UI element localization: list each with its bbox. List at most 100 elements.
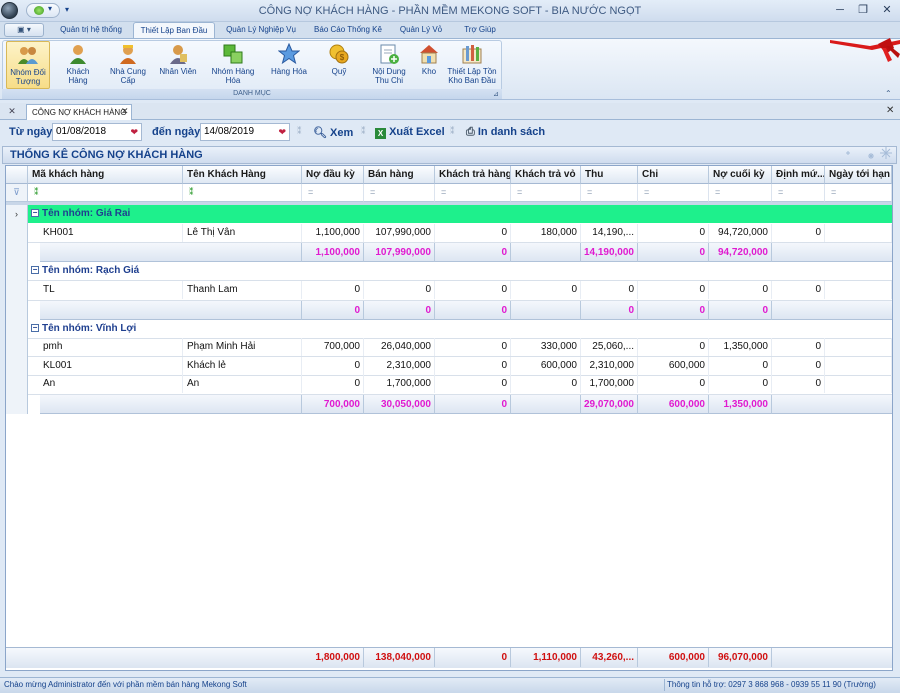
collapse-ribbon-icon[interactable]: ⌃: [885, 89, 892, 98]
close-button[interactable]: ✕: [879, 3, 895, 18]
cell-khach-tra-vo[interactable]: 330,000: [511, 338, 581, 356]
group-launcher-icon[interactable]: ⊿: [493, 90, 499, 98]
ribbon-button-noi-dung-thu-chi[interactable]: Nội Dung Thu Chi: [365, 41, 413, 89]
calendar-dropdown-icon[interactable]: ❤: [130, 124, 138, 140]
filter-cell[interactable]: =: [435, 184, 511, 202]
export-excel-button[interactable]: X Xuất Excel: [375, 126, 445, 139]
column-header-no-dau-ky[interactable]: Nợ đầu kỳ: [302, 166, 364, 184]
cell-ma-kh[interactable]: TL: [40, 281, 183, 299]
cell-ten-kh[interactable]: An: [183, 375, 302, 393]
cell-thu[interactable]: 0: [581, 281, 638, 299]
ribbon-button-nha-cung-cap[interactable]: Nhà Cung Cấp: [104, 41, 152, 89]
cell-chi[interactable]: 0: [638, 281, 709, 299]
cell-dinh-muc[interactable]: 0: [772, 375, 825, 393]
filter-cell[interactable]: ⁑: [183, 184, 302, 202]
ribbon-button-khach-hang[interactable]: Khách Hàng: [56, 41, 100, 89]
cell-no-cuoi-ky[interactable]: 0: [709, 281, 772, 299]
column-header-dinh-muc[interactable]: Định mứ...: [772, 166, 825, 184]
filter-cell[interactable]: =: [511, 184, 581, 202]
column-header-no-cuoi-ky[interactable]: Nợ cuối kỳ: [709, 166, 772, 184]
cell-ban-hang[interactable]: 1,700,000: [364, 375, 435, 393]
ribbon-button-nhan-vien[interactable]: Nhân Viên: [155, 41, 201, 89]
cell-khach-tra-hang[interactable]: 0: [435, 357, 511, 375]
group-row[interactable]: − Tên nhóm: Giá Rai: [28, 205, 892, 223]
column-header-ban-hang[interactable]: Bán hàng: [364, 166, 435, 184]
cell-khach-tra-hang[interactable]: 0: [435, 375, 511, 393]
cell-no-cuoi-ky[interactable]: 0: [709, 357, 772, 375]
column-header-khach-tra-vo[interactable]: Khách trả vỏ: [511, 166, 581, 184]
minimize-button[interactable]: ─: [832, 3, 848, 18]
close-document-icon[interactable]: ✕: [886, 105, 894, 116]
cell-thu[interactable]: 14,190,...: [581, 224, 638, 242]
filter-cell[interactable]: =: [581, 184, 638, 202]
filter-cell[interactable]: ⁑: [28, 184, 183, 202]
cell-khach-tra-hang[interactable]: 0: [435, 338, 511, 356]
column-header-ten-khach-hang[interactable]: Tên Khách Hàng: [183, 166, 302, 184]
filter-cell[interactable]: =: [302, 184, 364, 202]
cell-ban-hang[interactable]: 2,310,000: [364, 357, 435, 375]
cell-ban-hang[interactable]: 107,990,000: [364, 224, 435, 242]
collapse-group-icon[interactable]: −: [31, 324, 39, 332]
cell-no-dau-ky[interactable]: 700,000: [302, 338, 364, 356]
calendar-dropdown-icon[interactable]: ❤: [278, 124, 286, 140]
cell-khach-tra-vo[interactable]: 0: [511, 281, 581, 299]
ribbon-button-quy[interactable]: $ Quỹ: [318, 41, 360, 89]
cell-no-dau-ky[interactable]: 0: [302, 357, 364, 375]
tab-tro-giup[interactable]: Trợ Giúp: [454, 22, 506, 39]
close-tab-icon[interactable]: ✕: [121, 106, 129, 117]
column-header-ma-khach-hang[interactable]: Mã khách hàng: [28, 166, 183, 184]
print-list-button[interactable]: ⎙ In danh sách: [466, 126, 545, 139]
cell-khach-tra-hang[interactable]: 0: [435, 224, 511, 242]
cell-no-dau-ky[interactable]: 1,100,000: [302, 224, 364, 242]
ribbon-button-kho[interactable]: Kho: [416, 41, 442, 89]
cell-no-dau-ky[interactable]: 0: [302, 375, 364, 393]
cell-ban-hang[interactable]: 0: [364, 281, 435, 299]
column-header-ngay-toi-han[interactable]: Ngày tới hạn: [825, 166, 892, 184]
close-all-tabs-icon[interactable]: ✕: [4, 104, 20, 118]
cell-khach-tra-vo[interactable]: 180,000: [511, 224, 581, 242]
cell-ngay-toi-han[interactable]: [825, 224, 892, 242]
cell-ngay-toi-han[interactable]: [825, 357, 892, 375]
collapse-group-icon[interactable]: −: [31, 266, 39, 274]
cell-chi[interactable]: 0: [638, 338, 709, 356]
cell-chi[interactable]: 0: [638, 224, 709, 242]
cell-thu[interactable]: 1,700,000: [581, 375, 638, 393]
column-header-chi[interactable]: Chi: [638, 166, 709, 184]
group-row[interactable]: − Tên nhóm: Vĩnh Lợi: [28, 320, 892, 338]
cell-ngay-toi-han[interactable]: [825, 338, 892, 356]
cell-ma-kh[interactable]: pmh: [40, 338, 183, 356]
cell-no-cuoi-ky[interactable]: 1,350,000: [709, 338, 772, 356]
view-button[interactable]: 🔍︎ Xem: [313, 126, 353, 139]
filter-cell[interactable]: =: [825, 184, 892, 202]
filter-cell[interactable]: =: [638, 184, 709, 202]
tab-bao-cao-thong-ke[interactable]: Báo Cáo Thống Kê: [308, 22, 388, 39]
cell-dinh-muc[interactable]: 0: [772, 338, 825, 356]
column-header-khach-tra-hang[interactable]: Khách trả hàng: [435, 166, 511, 184]
cell-chi[interactable]: 0: [638, 375, 709, 393]
cell-chi[interactable]: 600,000: [638, 357, 709, 375]
cell-ten-kh[interactable]: Phạm Minh Hải: [183, 338, 302, 356]
cell-ban-hang[interactable]: 26,040,000: [364, 338, 435, 356]
from-date-input[interactable]: 01/08/2018 ❤: [52, 123, 142, 141]
group-row[interactable]: − Tên nhóm: Rạch Giá: [28, 262, 892, 280]
cell-khach-tra-vo[interactable]: 600,000: [511, 357, 581, 375]
cell-ten-kh[interactable]: Thanh Lam: [183, 281, 302, 299]
cell-ma-kh[interactable]: An: [40, 375, 183, 393]
cell-dinh-muc[interactable]: 0: [772, 281, 825, 299]
ribbon-button-thiet-lap-ton-kho[interactable]: Thiết Lập Tồn Kho Ban Đầu: [444, 41, 500, 89]
cell-thu[interactable]: 2,310,000: [581, 357, 638, 375]
cell-ma-kh[interactable]: KH001: [40, 224, 183, 242]
tab-quan-tri-he-thong[interactable]: Quản trị hệ thống: [52, 22, 130, 39]
ribbon-button-nhom-doi-tuong[interactable]: Nhóm Đối Tượng: [6, 41, 50, 89]
tab-quan-ly-vo[interactable]: Quản Lý Vỏ: [392, 22, 450, 39]
column-header-thu[interactable]: Thu: [581, 166, 638, 184]
cell-no-cuoi-ky[interactable]: 94,720,000: [709, 224, 772, 242]
tab-thiet-lap-ban-dau[interactable]: Thiết Lập Ban Đầu: [133, 22, 215, 39]
cell-ten-kh[interactable]: Khách lẻ: [183, 357, 302, 375]
cell-ma-kh[interactable]: KL001: [40, 357, 183, 375]
cell-ngay-toi-han[interactable]: [825, 281, 892, 299]
ribbon-button-hang-hoa[interactable]: Hàng Hóa: [265, 41, 313, 89]
collapse-group-icon[interactable]: −: [31, 209, 39, 217]
cell-no-cuoi-ky[interactable]: 0: [709, 375, 772, 393]
cell-dinh-muc[interactable]: 0: [772, 357, 825, 375]
